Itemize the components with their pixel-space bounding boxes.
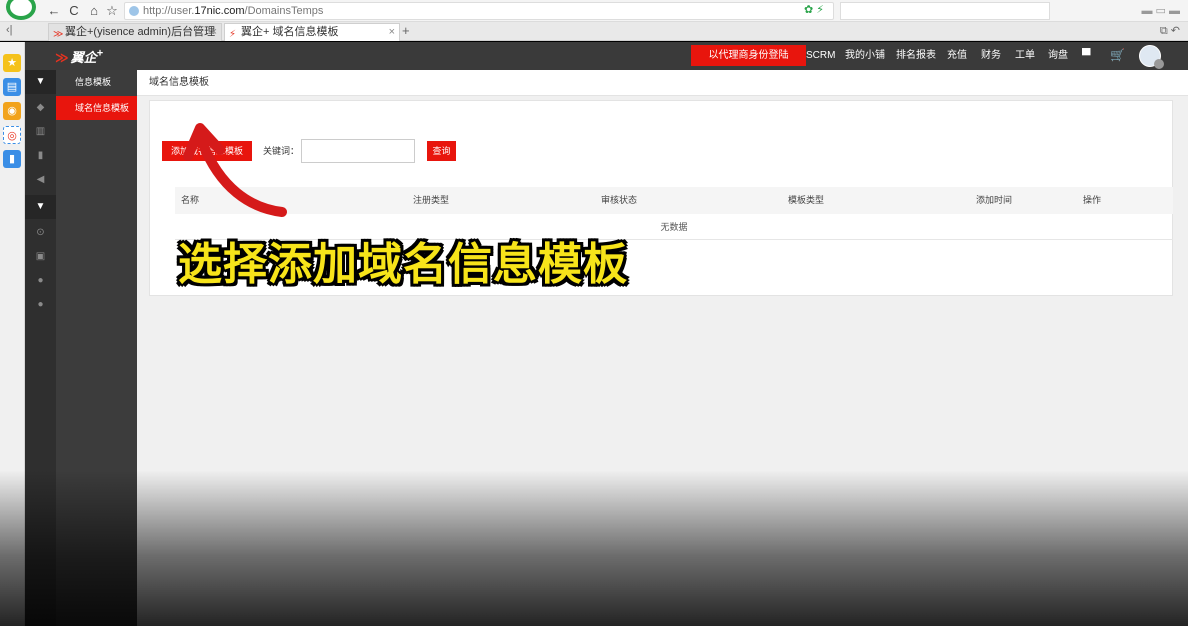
nav-tickets[interactable]: 工单	[1015, 42, 1035, 70]
document-icon[interactable]: ▮	[3, 150, 21, 168]
avatar[interactable]	[1139, 45, 1164, 69]
page-title-bar: 域名信息模板	[137, 70, 1188, 96]
keyword-input[interactable]	[301, 139, 415, 163]
bar-chart-icon[interactable]: ▮	[25, 144, 56, 168]
tab-label: 翼企+(yisence admin)后台管理	[65, 26, 216, 38]
tutorial-caption: 选择添加域名信息模板	[178, 239, 628, 290]
weibo-icon[interactable]: ◉	[3, 102, 21, 120]
tab-domain-template[interactable]: ⚡ 翼企+ 域名信息模板 ×	[224, 23, 400, 41]
browser-search-input[interactable]	[840, 2, 1050, 20]
message-icon[interactable]: ▀	[1082, 48, 1091, 62]
reload-button[interactable]: C	[66, 3, 82, 19]
tab-admin[interactable]: ≫ 翼企+(yisence admin)后台管理 ×	[48, 23, 222, 41]
tab-menu-icon[interactable]: ⧉ ↶	[1160, 24, 1180, 38]
lock-icon[interactable]: ▣	[25, 245, 56, 269]
nav-my-shop[interactable]: 我的小铺	[845, 42, 885, 70]
address-bar[interactable]: http://user.17nic.com/DomainsTemps	[124, 2, 834, 20]
collapse-arrow-icon[interactable]: ▼	[25, 70, 56, 94]
building-icon[interactable]: ▥	[25, 120, 56, 144]
browser-toolbar: ← C ⌂ ☆ http://user.17nic.com/DomainsTem…	[0, 0, 1188, 22]
nav-recharge[interactable]: 充值	[947, 42, 967, 70]
login-as-agent-button[interactable]: 以代理商身份登陆	[691, 45, 806, 66]
sub-menu: 信息模板 域名信息模板	[56, 70, 137, 626]
tab-label: 翼企+ 域名信息模板	[241, 26, 339, 38]
column-header-review-status: 审核状态	[601, 195, 638, 205]
back-button[interactable]: ←	[46, 3, 62, 19]
home-button[interactable]: ⌂	[86, 3, 102, 19]
expand-arrow-icon[interactable]: ▼	[25, 195, 56, 219]
page-title: 域名信息模板	[149, 77, 209, 88]
favorites-star-icon[interactable]: ★	[3, 54, 21, 72]
nav-inquiries[interactable]: 询盘	[1048, 42, 1068, 70]
sidebar-item-domain-template[interactable]: 域名信息模板	[56, 96, 137, 120]
site-favicon-icon: ≫	[53, 29, 64, 40]
url-path: /DomainsTemps	[244, 5, 324, 17]
tab-close-icon[interactable]: ×	[211, 24, 217, 41]
submenu-section-title[interactable]: 信息模板	[56, 70, 137, 94]
app-header: ≫ 翼企+ 以代理商身份登陆 SCRM 我的小铺 排名报表 充值 财务 工单 询盘…	[25, 42, 1188, 70]
browser-sidebar: ★ ▤ ◉ ◎ ▮	[0, 42, 25, 626]
security-icon[interactable]: ✿ ⚡	[804, 3, 824, 16]
url-prefix: http://user.	[143, 5, 195, 17]
nav-ranking-report[interactable]: 排名报表	[896, 42, 936, 70]
new-tab-button[interactable]: +	[402, 23, 410, 38]
nav-finance[interactable]: 财务	[981, 42, 1001, 70]
icon-rail: ▼ ◆ ▥ ▮ ◀ ▼ ⊙ ▣ ● ●	[25, 70, 56, 626]
browser-logo-icon	[6, 0, 36, 20]
query-button[interactable]: 查询	[427, 141, 456, 161]
tab-close-icon[interactable]: ×	[389, 24, 395, 41]
layers-icon[interactable]: ◆	[25, 96, 56, 120]
column-header-registration-type: 注册类型	[413, 195, 450, 205]
tab-bar: ‹| ≫ 翼企+(yisence admin)后台管理 × ⚡ 翼企+ 域名信息…	[0, 22, 1188, 41]
brand-logo[interactable]: ≫ 翼企+	[55, 47, 103, 66]
target-icon[interactable]: ◎	[3, 126, 21, 144]
chat-icon[interactable]: ●	[25, 293, 56, 317]
reader-icon[interactable]: ▤	[3, 78, 21, 96]
megaphone-icon[interactable]: ◀	[25, 168, 56, 192]
bookmark-star-button[interactable]: ☆	[104, 3, 120, 19]
globe-icon	[129, 6, 139, 16]
url-host: 17nic.com	[194, 5, 245, 17]
package-icon[interactable]: ⊙	[25, 221, 56, 245]
table-header: 名称 注册类型 审核状态 模板类型 添加时间 操作	[175, 187, 1173, 214]
site-favicon-icon: ⚡	[229, 29, 237, 40]
column-header-added-time: 添加时间	[976, 195, 1013, 205]
annotation-arrow-icon	[183, 123, 287, 217]
column-header-template-type: 模板类型	[788, 195, 825, 205]
cart-icon[interactable]: 🛒	[1110, 48, 1125, 62]
money-bag-icon[interactable]: ●	[25, 269, 56, 293]
nav-scrm[interactable]: SCRM	[806, 42, 835, 70]
window-controls-icon[interactable]: ▬ ▭ ▬	[1141, 4, 1180, 17]
tab-scroll-left-icon[interactable]: ‹|	[6, 24, 13, 36]
column-header-actions: 操作	[1083, 195, 1102, 205]
